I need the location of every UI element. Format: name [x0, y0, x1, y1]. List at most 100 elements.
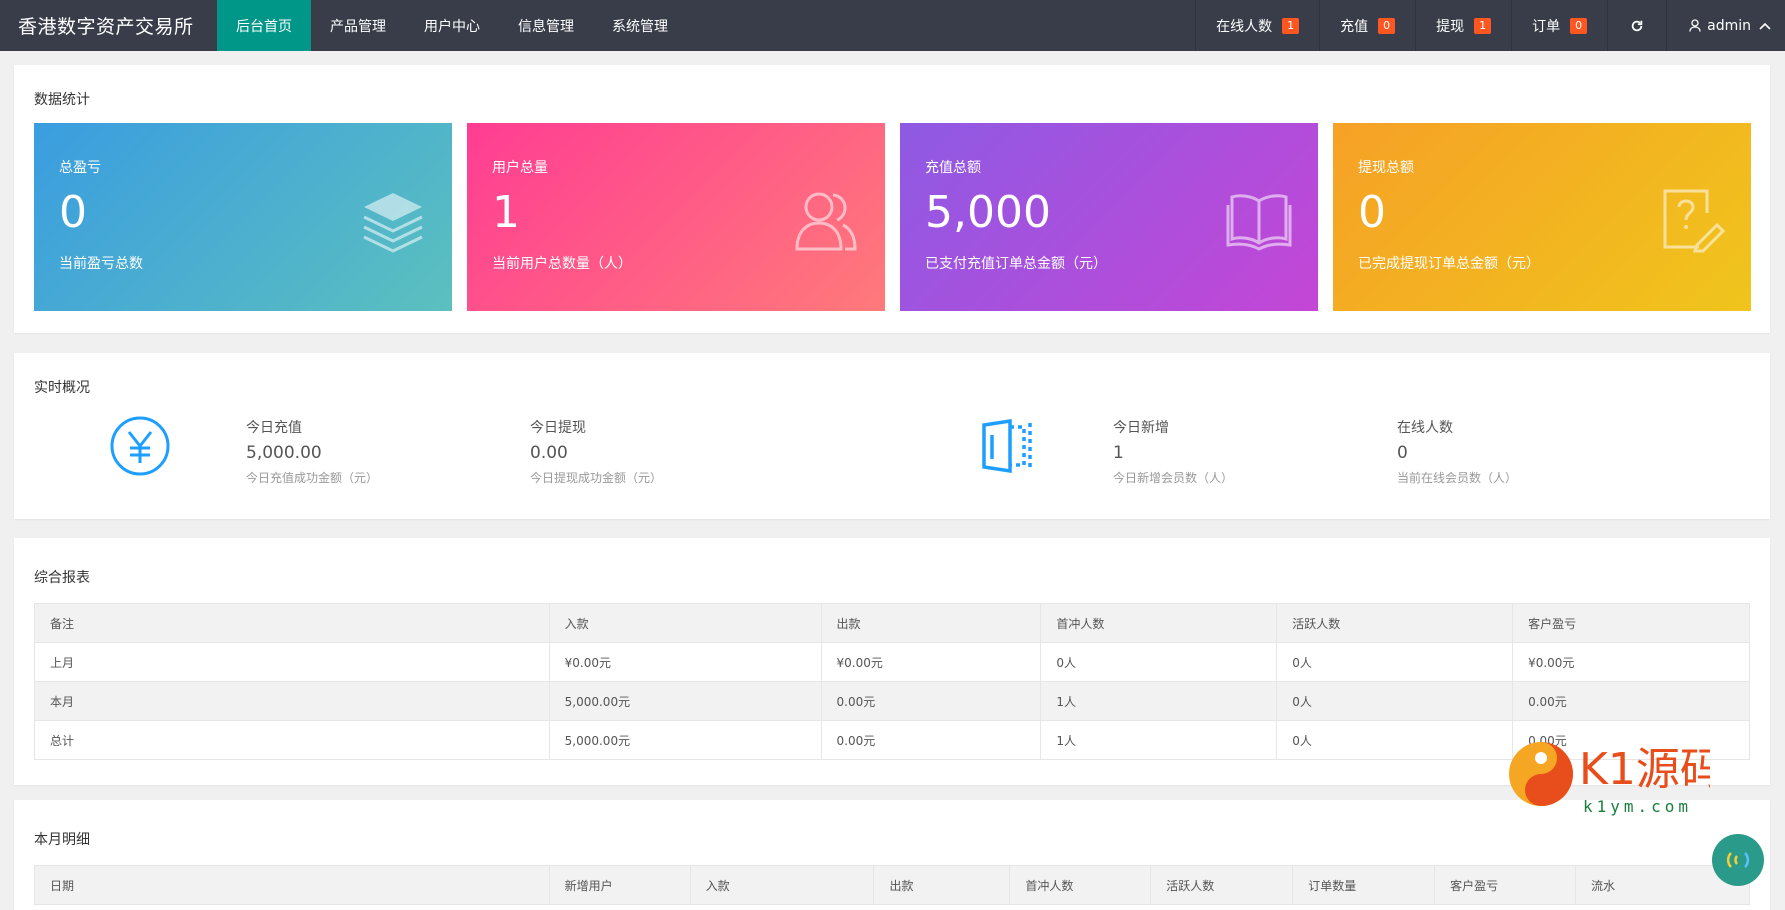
withdraw-label: 提现: [1436, 18, 1465, 35]
stat-card-users: 用户总量 1 当前用户总数量（人）: [467, 123, 885, 311]
stat-desc: 已完成提现订单总金额（元）: [1358, 256, 1540, 272]
cell: 0人: [1276, 642, 1514, 682]
rt-desc: 今日新增会员数（人）: [1113, 471, 1234, 485]
cell: 0人: [1276, 681, 1514, 721]
cell: 1人: [1040, 681, 1278, 721]
withdraw-badge: 1: [1474, 17, 1492, 34]
rt-desc: 今日提现成功金额（元）: [530, 471, 663, 485]
user-icon: [1689, 19, 1701, 32]
top-navbar: 香港数字资产交易所 后台首页 产品管理 用户中心 信息管理 系统管理 在线人数 …: [0, 0, 1785, 51]
rt-value: 1: [1113, 443, 1124, 463]
rt-title: 在线人数: [1397, 420, 1453, 436]
table-row: 总计 5,000.00元 0.00元 1人 0人 0.00元: [34, 720, 1750, 760]
refresh-button[interactable]: [1607, 0, 1666, 51]
recharge-badge: 0: [1378, 17, 1396, 34]
stats-title: 数据统计: [34, 92, 90, 108]
cell: 本月: [34, 681, 550, 721]
table-header-row: 备注 入款 出款 首冲人数 活跃人数 客户盈亏: [34, 603, 1750, 643]
rt-title: 今日提现: [530, 420, 586, 436]
nav-dashboard[interactable]: 后台首页: [217, 0, 311, 51]
header-right: 在线人数 1 充值 0 提现 1 订单 0 admin: [1195, 0, 1785, 51]
cell: 0.00元: [1512, 681, 1750, 721]
stat-label: 提现总额: [1358, 160, 1414, 176]
k1-watermark-logo: K1源码 k1ym.com: [1505, 732, 1724, 822]
stat-label: 总盈亏: [59, 160, 101, 176]
col-client-pnl: 客户盈亏: [1512, 603, 1750, 643]
yuan-icon: [110, 416, 170, 476]
col-payout: 出款: [820, 603, 1042, 643]
stat-card-profit: 总盈亏 0 当前盈亏总数: [34, 123, 452, 311]
rt-desc: 当前在线会员数（人）: [1397, 471, 1518, 485]
watermark-url: k1ym.com: [1583, 797, 1692, 816]
cell: ¥0.00元: [820, 642, 1042, 682]
realtime-new-users: 今日新增 1 今日新增会员数（人）: [1113, 417, 1233, 486]
rt-title: 今日新增: [1113, 420, 1169, 436]
cell: 1人: [1040, 720, 1278, 760]
cell: 5,000.00元: [548, 681, 822, 721]
main-nav: 后台首页 产品管理 用户中心 信息管理 系统管理: [217, 0, 687, 51]
users-icon: [795, 192, 857, 251]
rt-value: 0.00: [530, 443, 568, 463]
layers-icon: [363, 193, 423, 253]
stat-desc: 已支付充值订单总金额（元）: [925, 256, 1107, 272]
realtime-recharge: 今日充值 5,000.00 今日充值成功金额（元）: [246, 417, 378, 486]
cell: 0人: [1040, 642, 1278, 682]
nav-info[interactable]: 信息管理: [499, 0, 593, 51]
door-icon: [982, 418, 1032, 474]
orders-link[interactable]: 订单 0: [1511, 0, 1607, 51]
cell: ¥0.00元: [548, 642, 822, 682]
online-count-link[interactable]: 在线人数 1: [1195, 0, 1319, 51]
k1-logo-icon: K1源码 k1ym.com: [1509, 742, 1724, 816]
chevron-up-icon: [1759, 22, 1771, 30]
report-title: 综合报表: [34, 570, 90, 586]
cell: 5,000.00元: [548, 720, 822, 760]
watermark-name: K1源码: [1579, 744, 1710, 795]
refresh-icon: [1631, 20, 1643, 31]
recharge-link[interactable]: 充值 0: [1319, 0, 1415, 51]
nav-products[interactable]: 产品管理: [311, 0, 405, 51]
stat-desc: 当前用户总数量（人）: [492, 256, 632, 272]
table-row: 本月 5,000.00元 0.00元 1人 0人 0.00元: [34, 681, 1750, 721]
col-first-deposit: 首冲人数: [1040, 603, 1278, 643]
stats-panel: 数据统计 总盈亏 0 当前盈亏总数 用户总量 1 当前用户总数量（人） 充值总额…: [14, 65, 1770, 333]
cell: 0.00元: [820, 681, 1042, 721]
user-menu[interactable]: admin: [1666, 0, 1785, 51]
stat-desc: 当前盈亏总数: [59, 256, 143, 272]
stat-label: 用户总量: [492, 160, 548, 176]
realtime-withdraw: 今日提现 0.00 今日提现成功金额（元）: [530, 417, 662, 486]
floating-assist-button[interactable]: [1712, 834, 1764, 886]
cell: 总计: [34, 720, 550, 760]
username: admin: [1707, 17, 1751, 34]
report-table: 备注 入款 出款 首冲人数 活跃人数 客户盈亏 上月 ¥0.00元 ¥0.00元…: [34, 603, 1750, 760]
cell: 0.00元: [820, 720, 1042, 760]
edit-note-icon: [1663, 189, 1725, 253]
nav-users[interactable]: 用户中心: [405, 0, 499, 51]
nav-system[interactable]: 系统管理: [593, 0, 687, 51]
book-icon: [1226, 194, 1292, 251]
monthly-title: 本月明细: [34, 832, 90, 848]
brand-title: 香港数字资产交易所: [18, 16, 194, 38]
orders-badge: 0: [1570, 17, 1588, 34]
stat-card-withdraw: 提现总额 0 已完成提现订单总金额（元）: [1333, 123, 1751, 311]
stat-label: 充值总额: [925, 160, 981, 176]
realtime-panel: 实时概况 今日充值 5,000.00 今日充值成功金额（元） 今日提现 0.00…: [14, 353, 1770, 519]
online-count-badge: 1: [1282, 17, 1300, 34]
cell: 上月: [34, 642, 550, 682]
rt-value: 5,000.00: [246, 443, 322, 463]
cell: ¥0.00元: [1512, 642, 1750, 682]
col-active: 活跃人数: [1276, 603, 1514, 643]
realtime-title: 实时概况: [34, 380, 90, 396]
cell: 0人: [1276, 720, 1514, 760]
col-deposit: 入款: [548, 603, 822, 643]
stat-card-recharge: 充值总额 5,000 已支付充值订单总金额（元）: [900, 123, 1318, 311]
col-remark: 备注: [34, 603, 550, 643]
realtime-online: 在线人数 0 当前在线会员数（人）: [1397, 417, 1517, 486]
rt-title: 今日充值: [246, 420, 302, 436]
monthly-table: 日期 新增用户 入款 出款 首冲人数 活跃人数 订单数量 客户盈亏 流水: [34, 865, 1750, 905]
rt-desc: 今日充值成功金额（元）: [246, 471, 379, 485]
orders-label: 订单: [1532, 18, 1561, 35]
rt-value: 0: [1397, 443, 1408, 463]
withdraw-link[interactable]: 提现 1: [1415, 0, 1511, 51]
recharge-label: 充值: [1340, 18, 1369, 35]
sound-wave-icon: [1726, 852, 1750, 868]
